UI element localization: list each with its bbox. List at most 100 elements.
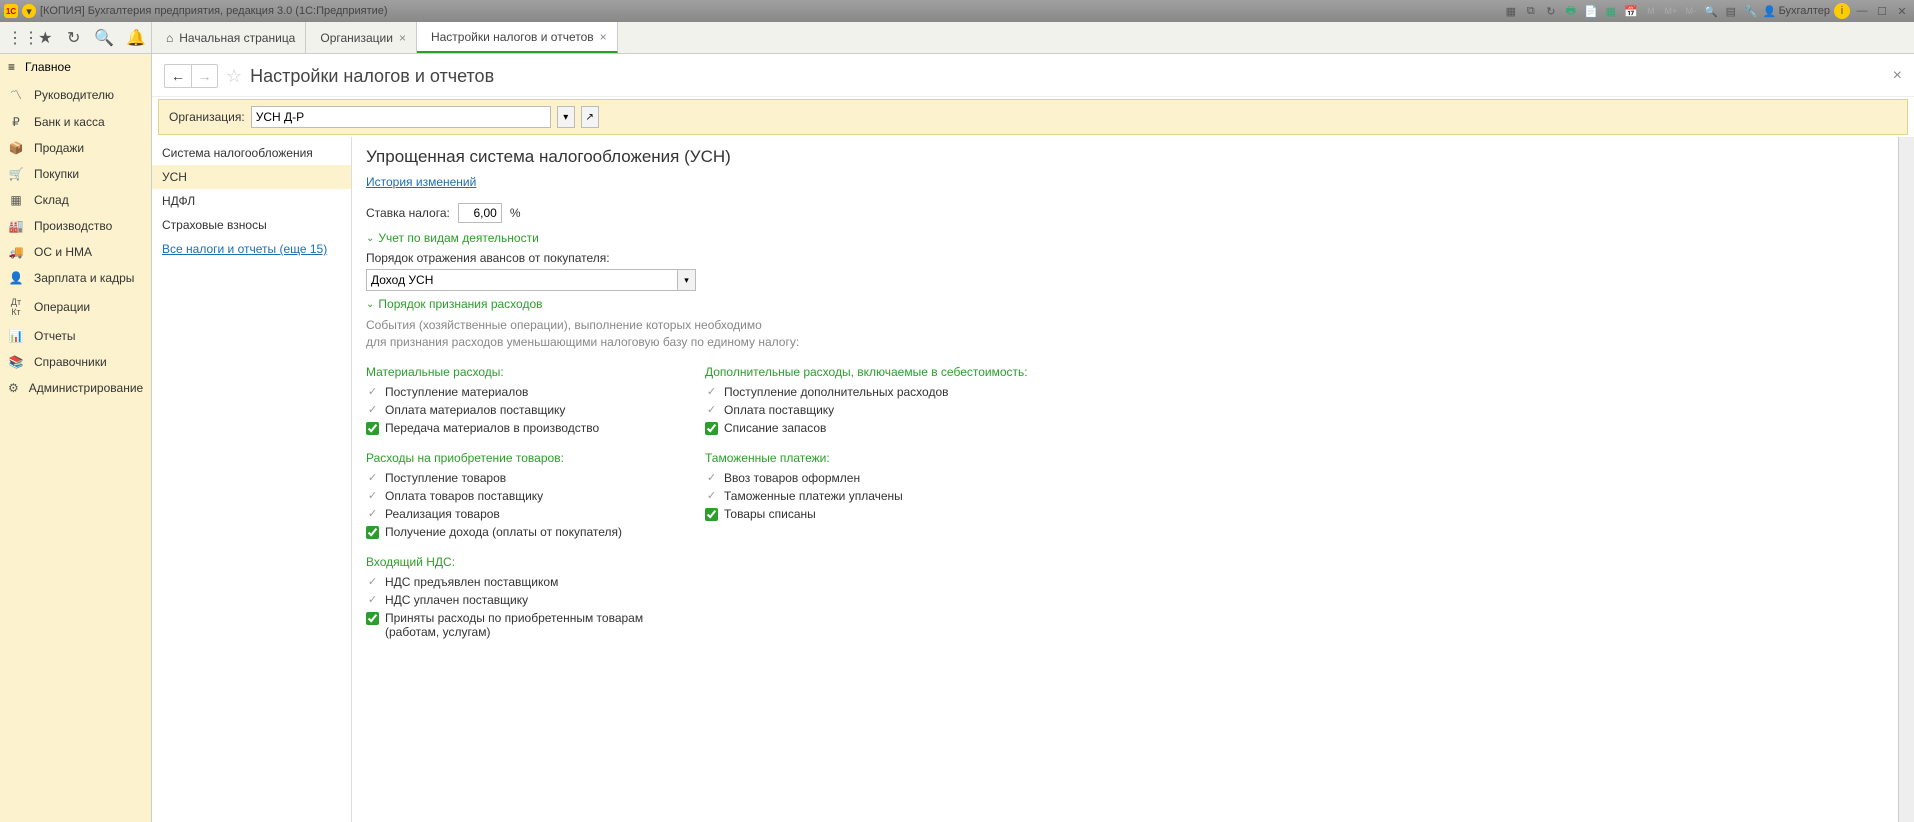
nav-item-payroll[interactable]: 👤Зарплата и кадры — [0, 265, 151, 291]
forward-button[interactable]: → — [191, 65, 217, 87]
dropdown-icon[interactable]: ▾ — [22, 4, 36, 18]
expense-section-header[interactable]: ⌄ Порядок признания расходов — [366, 297, 1884, 311]
titlebar-list-icon[interactable]: ▤ — [1723, 3, 1739, 19]
nav-item-manager[interactable]: 〽Руководителю — [0, 80, 151, 109]
settings-nav-usn[interactable]: УСН — [152, 165, 351, 189]
settings-detail: Упрощенная система налогообложения (УСН)… — [352, 137, 1898, 822]
nav-item-reports[interactable]: 📊Отчеты — [0, 323, 151, 349]
close-icon[interactable]: × — [399, 31, 406, 45]
org-open-button[interactable]: ↗ — [581, 106, 599, 128]
check-gd-2: ✓Оплата товаров поставщику — [366, 487, 645, 505]
check-icon: ✓ — [366, 471, 379, 484]
chevron-down-icon: ⌄ — [366, 233, 374, 244]
activity-section-header[interactable]: ⌄ Учет по видам деятельности — [366, 231, 1884, 245]
percent-label: % — [510, 206, 521, 220]
window-maximize-icon[interactable]: ☐ — [1874, 3, 1890, 19]
group-addcost: Дополнительные расходы, включаемые в себ… — [705, 365, 1028, 379]
home-icon: ⌂ — [166, 31, 173, 45]
check-cus-3[interactable]: Товары списаны — [705, 505, 1028, 523]
check-icon: ✓ — [366, 507, 379, 520]
close-page-button[interactable]: × — [1893, 67, 1902, 85]
titlebar-info-icon[interactable]: i — [1834, 3, 1850, 19]
close-icon[interactable]: × — [600, 30, 607, 44]
nav-label: Банк и касса — [34, 115, 105, 129]
check-icon: ✓ — [705, 471, 718, 484]
history-icon[interactable]: ↻ — [67, 29, 82, 47]
nav-item-admin[interactable]: ⚙Администрирование — [0, 375, 151, 401]
tab-org-label: Организации — [320, 31, 393, 45]
window-close-icon[interactable]: ✕ — [1894, 3, 1910, 19]
barchart-icon: 📊 — [8, 329, 24, 343]
check-gd-3: ✓Реализация товаров — [366, 505, 645, 523]
nav-item-production[interactable]: 🏭Производство — [0, 213, 151, 239]
advance-select[interactable]: Доход УСН ▾ — [366, 269, 696, 291]
favorite-icon[interactable]: ★ — [38, 29, 53, 47]
settings-nav-all-link[interactable]: Все налоги и отчеты (еще 15) — [152, 237, 351, 261]
tab-tax-settings[interactable]: Настройки налогов и отчетов × — [417, 22, 618, 53]
tab-organizations[interactable]: Организации × — [306, 22, 417, 53]
titlebar-m3-icon[interactable]: M- — [1683, 3, 1699, 19]
nav-item-purchases[interactable]: 🛒Покупки — [0, 161, 151, 187]
titlebar-tool-2-icon[interactable]: ⧉ — [1523, 3, 1539, 19]
titlebar-calendar-icon[interactable]: 📅 — [1623, 3, 1639, 19]
organization-input[interactable] — [251, 106, 551, 128]
titlebar-doc-icon[interactable]: 📄 — [1583, 3, 1599, 19]
check-gd-1: ✓Поступление товаров — [366, 469, 645, 487]
ruble-icon: ₽ — [8, 115, 24, 129]
nav-collapse-button[interactable]: ≡ Главное — [0, 54, 151, 80]
nav-item-fixed-assets[interactable]: 🚚ОС и НМА — [0, 239, 151, 265]
select-value: Доход УСН — [371, 273, 433, 287]
box-icon: 📦 — [8, 141, 24, 155]
page-header: ← → ☆ Настройки налогов и отчетов × — [152, 54, 1914, 97]
scrollbar[interactable] — [1898, 137, 1914, 822]
search-icon[interactable]: 🔍 — [95, 29, 113, 47]
org-label: Организация: — [169, 110, 245, 124]
titlebar-tool-3-icon[interactable]: ↻ — [1543, 3, 1559, 19]
nav-item-operations[interactable]: Дт КтОперации — [0, 291, 151, 323]
back-button[interactable]: ← — [165, 65, 191, 87]
check-icon: ✓ — [705, 403, 718, 416]
notifications-icon[interactable]: 🔔 — [127, 29, 145, 47]
tab-home[interactable]: ⌂ Начальная страница — [152, 22, 306, 53]
journal-icon: Дт Кт — [8, 297, 24, 317]
titlebar-m1-icon[interactable]: M — [1643, 3, 1659, 19]
window-title: [КОПИЯ] Бухгалтерия предприятия, редакци… — [40, 5, 388, 17]
menu-icon: ≡ — [8, 60, 15, 74]
window-minimize-icon[interactable]: — — [1854, 3, 1870, 19]
tab-home-label: Начальная страница — [179, 31, 295, 45]
nav-item-references[interactable]: 📚Справочники — [0, 349, 151, 375]
detail-title: Упрощенная система налогообложения (УСН) — [366, 147, 1884, 167]
favorite-star-icon[interactable]: ☆ — [226, 66, 242, 87]
check-mat-3[interactable]: Передача материалов в производство — [366, 419, 645, 437]
person-icon: 👤 — [8, 271, 24, 285]
group-material: Материальные расходы: — [366, 365, 645, 379]
nav-item-sales[interactable]: 📦Продажи — [0, 135, 151, 161]
settings-nav-ndfl[interactable]: НДФЛ — [152, 189, 351, 213]
nav-label: Руководителю — [34, 88, 114, 102]
titlebar-grid-icon[interactable]: ▦ — [1603, 3, 1619, 19]
history-link[interactable]: История изменений — [366, 175, 476, 189]
titlebar-tool-1-icon[interactable]: ▦ — [1503, 3, 1519, 19]
nav-item-bank[interactable]: ₽ Банк и касса — [0, 109, 151, 135]
chevron-down-icon: ⌄ — [366, 299, 374, 310]
check-vat-3[interactable]: Приняты расходы по приобретенным товарам… — [366, 609, 645, 641]
titlebar-m2-icon[interactable]: M+ — [1663, 3, 1679, 19]
check-vat-1: ✓НДС предъявлен поставщиком — [366, 573, 645, 591]
tax-rate-input[interactable] — [458, 203, 502, 223]
truck-icon: 🚚 — [8, 245, 24, 259]
settings-nav-system[interactable]: Система налогообложения — [152, 141, 351, 165]
apps-icon[interactable]: ⋮⋮⋮ — [6, 29, 24, 47]
titlebar-zoom-icon[interactable]: 🔍 — [1703, 3, 1719, 19]
org-dropdown-button[interactable]: ▾ — [557, 106, 575, 128]
page-title: Настройки налогов и отчетов — [250, 66, 494, 87]
nav-item-stock[interactable]: ▦Склад — [0, 187, 151, 213]
titlebar-print-icon[interactable]: 🖶 — [1563, 3, 1579, 19]
check-add-3[interactable]: Списание запасов — [705, 419, 1028, 437]
settings-nav-insurance[interactable]: Страховые взносы — [152, 213, 351, 237]
user-indicator[interactable]: 👤 Бухгалтер — [1763, 5, 1830, 18]
left-navigation: ≡ Главное 〽Руководителю ₽ Банк и касса 📦П… — [0, 54, 152, 822]
section-label: Порядок признания расходов — [378, 297, 542, 311]
titlebar-wrench-icon[interactable]: 🔧 — [1743, 3, 1759, 19]
chevron-down-icon[interactable]: ▾ — [677, 270, 695, 290]
check-gd-4[interactable]: Получение дохода (оплаты от покупателя) — [366, 523, 645, 541]
